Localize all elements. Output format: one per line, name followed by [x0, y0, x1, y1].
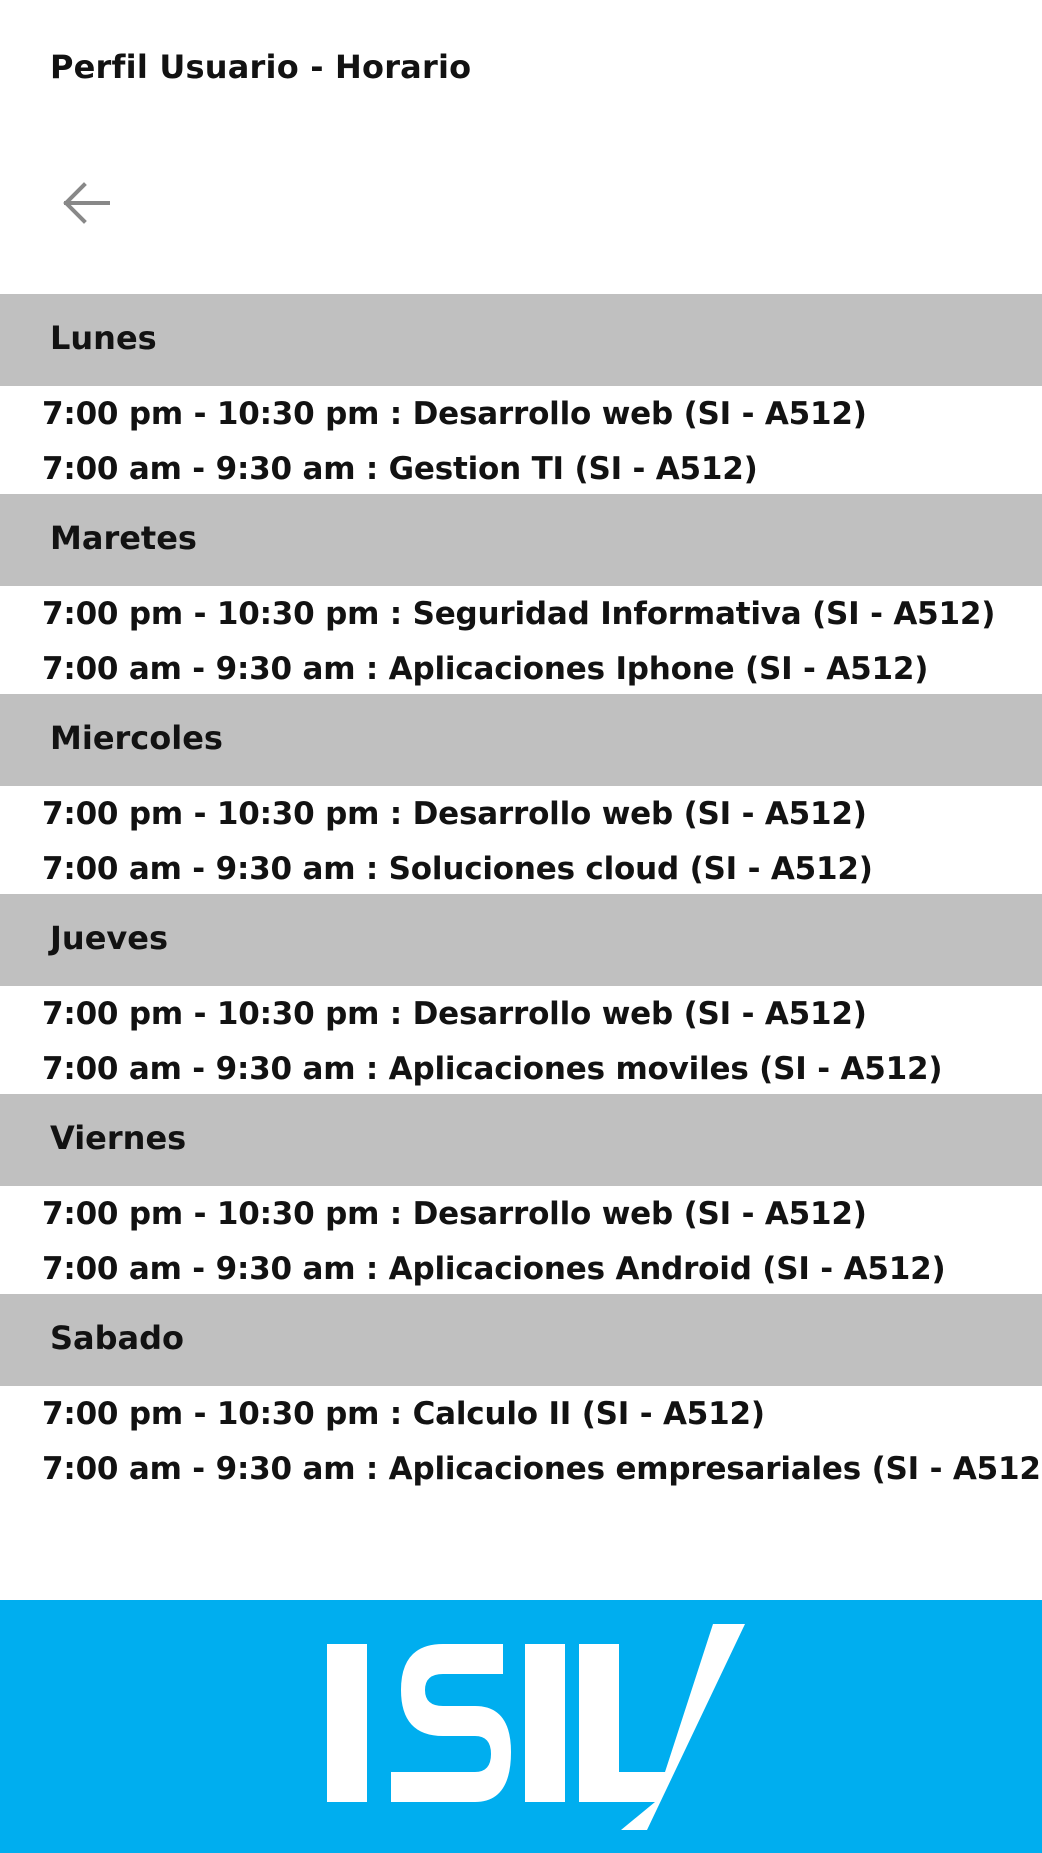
class-item: 7:00 am - 9:30 am : Aplicaciones Iphone … [42, 651, 929, 687]
class-item: 7:00 pm - 10:30 pm : Desarrollo web (SI … [42, 996, 867, 1032]
class-item: 7:00 pm - 10:30 pm : Seguridad Informati… [42, 596, 996, 632]
day-header: Viernes [0, 1094, 1042, 1186]
day-name: Jueves [50, 919, 168, 957]
class-item: 7:00 pm - 10:30 pm : Desarrollo web (SI … [42, 396, 867, 432]
day-section: Sabado 7:00 pm - 10:30 pm : Calculo II (… [0, 1294, 1042, 1494]
isil-logo [325, 1622, 785, 1832]
day-section: Maretes 7:00 pm - 10:30 pm : Seguridad I… [0, 494, 1042, 694]
day-section: Lunes 7:00 pm - 10:30 pm : Desarrollo we… [0, 294, 1042, 494]
class-list: 7:00 pm - 10:30 pm : Seguridad Informati… [0, 586, 1042, 694]
class-item: 7:00 pm - 10:30 pm : Desarrollo web (SI … [42, 796, 867, 832]
class-list: 7:00 pm - 10:30 pm : Desarrollo web (SI … [0, 786, 1042, 894]
arrow-left-icon [63, 182, 110, 224]
class-item: 7:00 am - 9:30 am : Aplicaciones Android… [42, 1251, 946, 1287]
class-list: 7:00 pm - 10:30 pm : Desarrollo web (SI … [0, 1186, 1042, 1294]
day-header: Maretes [0, 494, 1042, 586]
class-list: 7:00 pm - 10:30 pm : Desarrollo web (SI … [0, 386, 1042, 494]
class-item: 7:00 am - 9:30 am : Aplicaciones empresa… [42, 1451, 1042, 1487]
class-item: 7:00 pm - 10:30 pm : Calculo II (SI - A5… [42, 1396, 765, 1432]
day-header: Miercoles [0, 694, 1042, 786]
class-list: 7:00 pm - 10:30 pm : Desarrollo web (SI … [0, 986, 1042, 1094]
day-section: Viernes 7:00 pm - 10:30 pm : Desarrollo … [0, 1094, 1042, 1294]
day-header: Sabado [0, 1294, 1042, 1386]
class-item: 7:00 am - 9:30 am : Soluciones cloud (SI… [42, 851, 873, 887]
day-header: Jueves [0, 894, 1042, 986]
day-section: Miercoles 7:00 pm - 10:30 pm : Desarroll… [0, 694, 1042, 894]
class-list: 7:00 pm - 10:30 pm : Calculo II (SI - A5… [0, 1386, 1042, 1494]
day-name: Lunes [50, 319, 157, 357]
horario-screen: Perfil Usuario - Horario Lunes 7:00 pm -… [0, 0, 1042, 1853]
day-name: Miercoles [50, 719, 223, 757]
page-title: Perfil Usuario - Horario [50, 48, 472, 86]
day-header: Lunes [0, 294, 1042, 386]
class-item: 7:00 am - 9:30 am : Aplicaciones moviles… [42, 1051, 943, 1087]
day-section: Jueves 7:00 pm - 10:30 pm : Desarrollo w… [0, 894, 1042, 1094]
class-item: 7:00 am - 9:30 am : Gestion TI (SI - A51… [42, 451, 758, 487]
schedule-list: Lunes 7:00 pm - 10:30 pm : Desarrollo we… [0, 294, 1042, 1494]
day-name: Sabado [50, 1319, 185, 1357]
class-item: 7:00 pm - 10:30 pm : Desarrollo web (SI … [42, 1196, 867, 1232]
footer-banner [0, 1600, 1042, 1853]
day-name: Viernes [50, 1119, 187, 1157]
back-button[interactable] [52, 170, 118, 236]
day-name: Maretes [50, 519, 197, 557]
